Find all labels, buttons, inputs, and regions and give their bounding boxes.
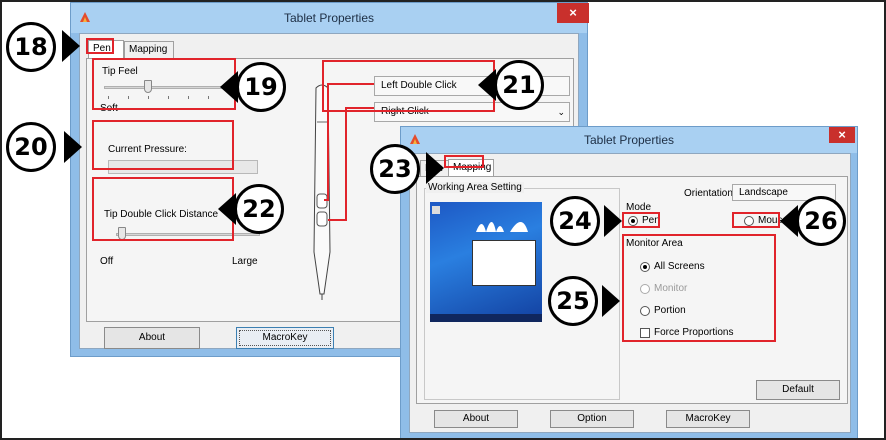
orientation-value: Landscape [739,187,788,198]
highlight-pen-buttons [322,60,495,112]
callout-24-number: 24 [550,196,600,246]
macrokey-button[interactable]: MacroKey [236,327,334,349]
callout-arrow-icon [62,30,80,62]
highlight-double-click-distance [92,177,234,241]
mini-window [472,240,536,286]
double-click-distance-max-label: Large [232,256,258,267]
highlight-monitor-area [622,234,776,342]
callout-18-number: 18 [6,22,56,72]
callout-22-number: 22 [234,184,284,234]
highlight-pen-tab [86,38,114,54]
callout-26-number: 26 [796,196,846,246]
callout-20-number: 20 [6,122,56,172]
tab-mapping-label: Mapping [129,44,168,55]
callout-arrow-icon [64,131,82,163]
double-click-distance-min-label: Off [100,256,114,267]
default-button[interactable]: Default [756,380,840,400]
highlight-mode-mouse [732,212,780,228]
callout-arrow-icon [602,285,620,317]
option-button[interactable]: Option [550,410,634,428]
callout-21-number: 21 [494,60,544,110]
about-button[interactable]: About [434,410,518,428]
orientation-label: Orientation [684,188,733,199]
mini-taskbar [430,314,542,322]
highlight-tip-feel [92,58,236,110]
about-button[interactable]: About [104,327,200,349]
title-bar: Tablet Properties × [71,3,589,33]
window-title: Tablet Properties [283,11,375,25]
window-title: Tablet Properties [583,133,675,147]
callout-arrow-icon [426,152,444,184]
close-button[interactable]: × [557,3,589,23]
callout-19-number: 19 [236,62,286,112]
highlight-mapping-tab [444,155,484,168]
working-area-preview[interactable] [430,202,542,322]
callout-25-number: 25 [548,276,598,326]
callout-23-number: 23 [370,144,420,194]
chevron-down-icon: ⌄ [557,107,565,117]
macrokey-button[interactable]: MacroKey [666,410,750,428]
close-button[interactable]: × [829,127,855,143]
callout-arrow-icon [604,205,622,237]
title-bar: Tablet Properties × [401,127,857,153]
tab-mapping[interactable]: Mapping [124,41,174,59]
highlight-current-pressure [92,120,234,170]
highlight-mode-pen [622,212,660,228]
